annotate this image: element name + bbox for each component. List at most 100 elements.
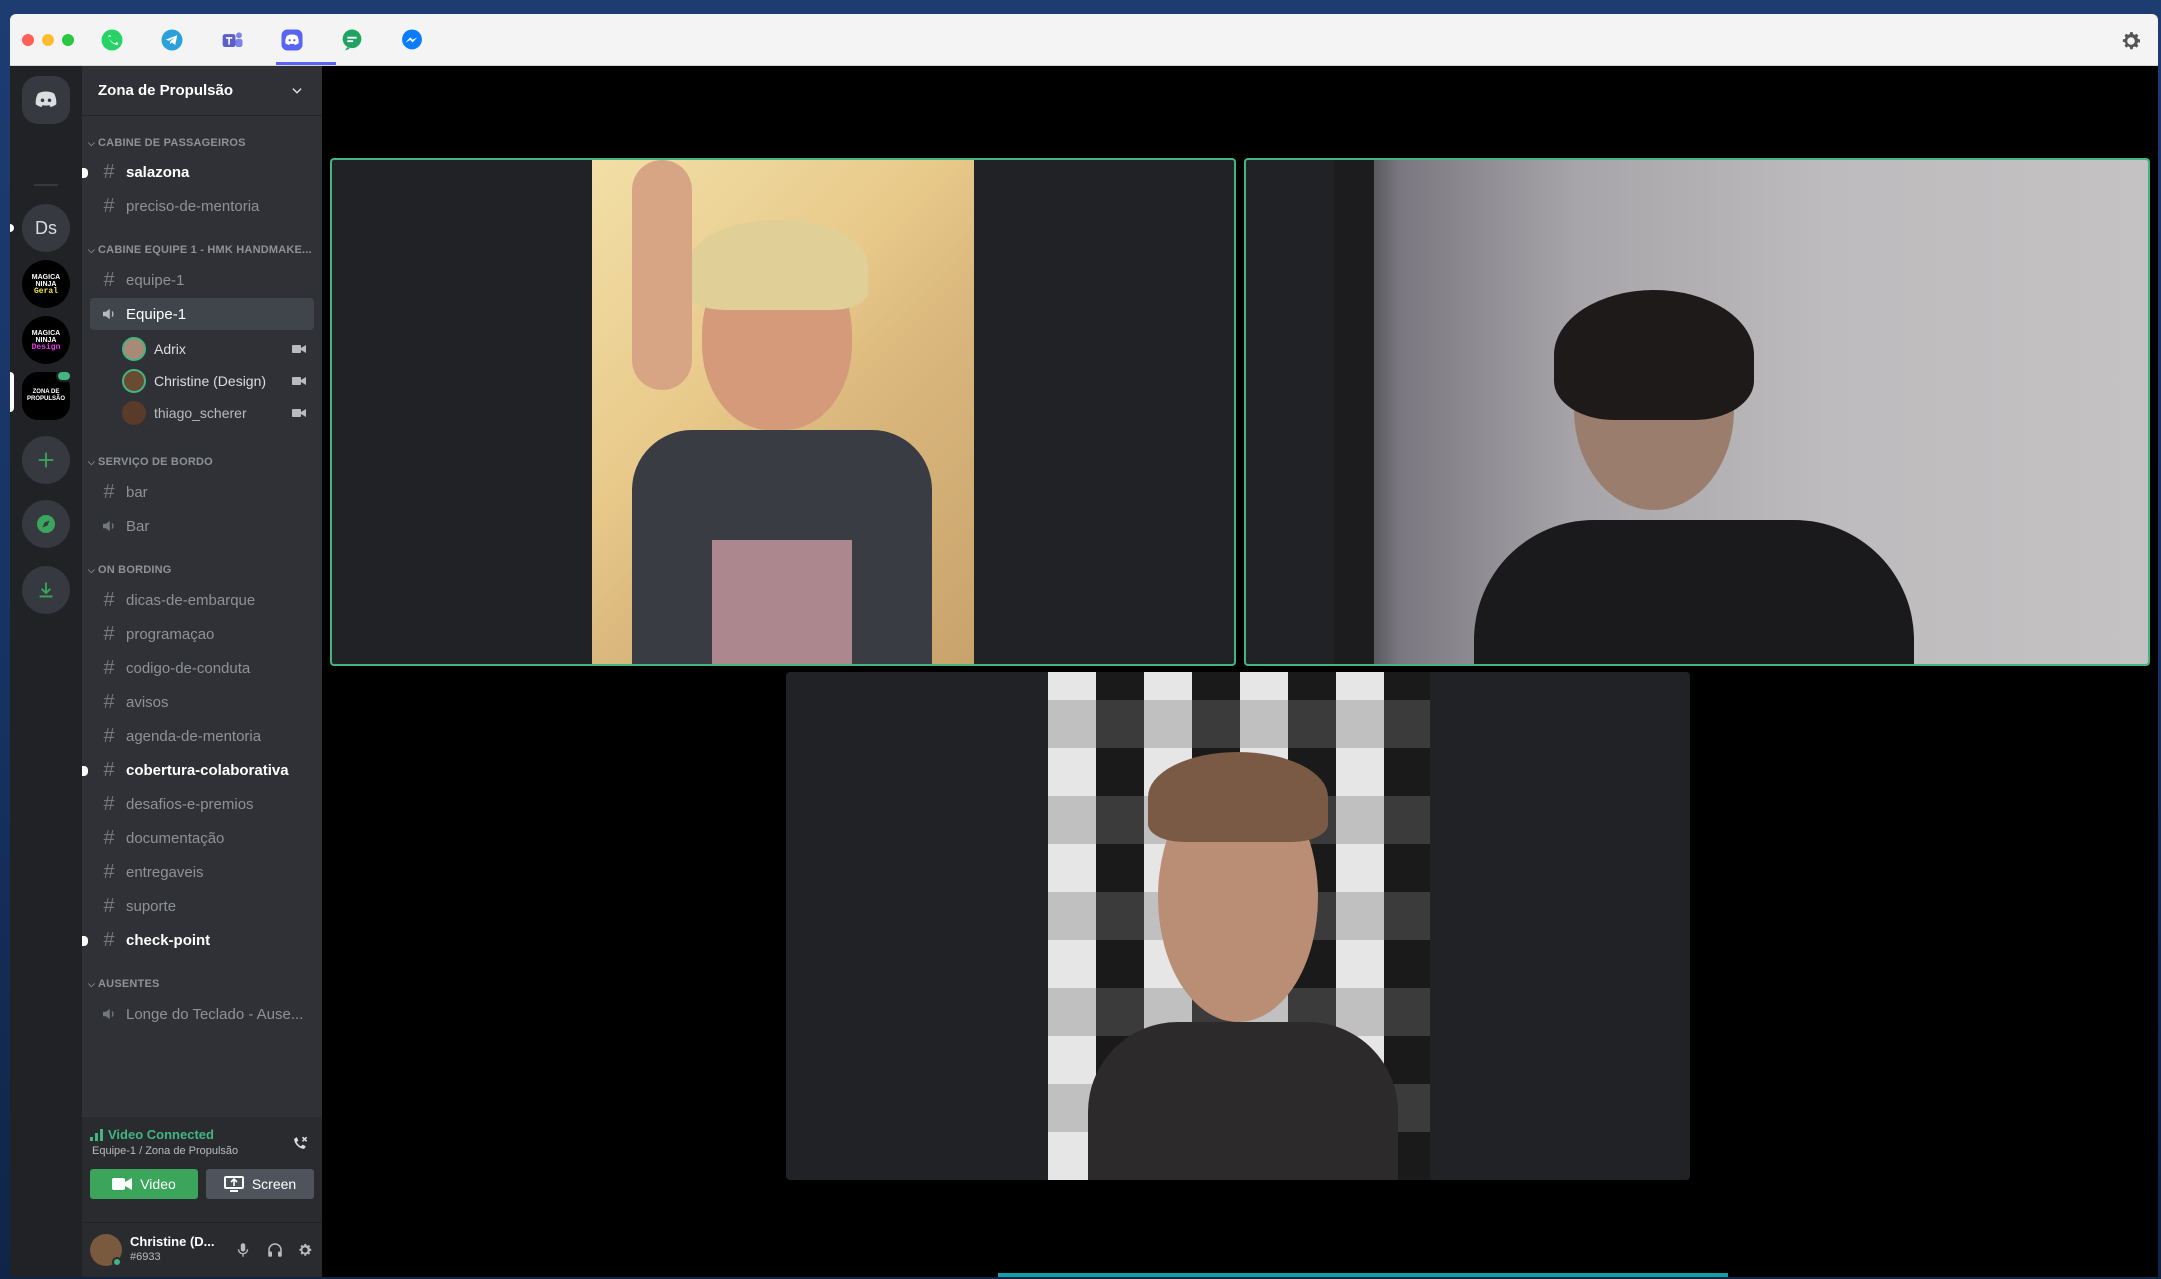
server-header[interactable]: Zona de Propulsão [82,66,322,116]
unread-indicator [82,168,88,178]
video-tile-participant-2[interactable] [1244,158,2150,666]
unread-pill [10,224,14,232]
app-window: Ds MAGICA NINJA Geral MAGICA NINJA Desig… [10,14,2158,1277]
person-shirt [1088,1022,1398,1180]
speaker-icon [103,520,114,532]
category-cabine-equipe-1[interactable]: ⌵ CABINE EQUIPE 1 - HMK HANDMAKE... [88,244,312,256]
server-magicninja-general[interactable]: MAGICA NINJA Geral [22,260,70,308]
screen-share-button[interactable]: Screen [206,1169,314,1199]
channel-agenda-de-mentoria[interactable]: # agenda-de-mentoria [90,720,314,752]
telegram-icon[interactable] [157,25,187,55]
screen-share-icon [223,1176,244,1192]
channel-dicas-de-embarque[interactable]: # dicas-de-embarque [90,584,314,616]
teams-icon[interactable] [217,25,247,55]
person-shirt [1474,520,1914,664]
category-servico-de-bordo[interactable]: ⌵ SERVIÇO DE BORDO [88,456,213,468]
voice-channel-equipe-1[interactable]: Equipe-1 [90,298,314,330]
channel-documentacao[interactable]: # documentação [90,822,314,854]
channel-programacao[interactable]: # programaçao [90,618,314,650]
speaker-icon [103,308,114,320]
signal-icon [90,1129,103,1141]
voice-channel-bar[interactable]: Bar [90,510,314,542]
hash-icon: # [103,894,115,917]
hash-icon: # [103,268,115,291]
horizontal-scrollbar[interactable] [998,1273,1728,1277]
plus-icon [38,452,54,468]
gear-icon[interactable] [2118,28,2144,54]
whatsapp-icon[interactable] [97,25,127,55]
avatar [122,369,146,393]
person-hair [1148,752,1328,842]
user-panel: Christine (D... #6933 [82,1223,322,1277]
hash-icon: # [103,160,115,183]
channel-cobertura-colaborativa[interactable]: # cobertura-colaborativa [90,754,314,786]
hash-icon: # [103,826,115,849]
unread-indicator [82,766,88,776]
active-app-indicator [276,62,336,65]
video-feed [1334,160,2148,664]
video-camera-icon [292,345,306,353]
discord-home-button[interactable] [22,76,70,124]
category-cabine-de-passageiros[interactable]: ⌵ CABINE DE PASSAGEIROS [88,137,246,149]
hash-icon: # [103,860,115,883]
voice-activity-badge [56,370,72,382]
voice-member-christine[interactable]: Christine (Design) [122,366,314,396]
category-ausentes[interactable]: ⌵ AUSENTES [88,978,160,990]
minimize-window-button[interactable] [42,34,54,46]
channel-preciso-de-mentoria[interactable]: # preciso-de-mentoria [90,190,314,222]
discord-icon[interactable] [277,25,307,55]
explore-servers-button[interactable] [22,500,70,548]
channel-entregaveis[interactable]: # entregaveis [90,856,314,888]
video-tile-participant-1[interactable] [330,158,1236,666]
server-zona-de-propulsao[interactable]: ZONA DE PROPULSÃO [22,370,72,420]
download-icon [39,582,53,598]
hash-icon: # [103,656,115,679]
speaker-icon [103,1008,114,1020]
download-apps-button[interactable] [22,566,70,614]
disconnect-icon[interactable] [290,1133,310,1153]
channel-desafios-e-premios[interactable]: # desafios-e-premios [90,788,314,820]
hash-icon: # [103,588,115,611]
person-hair [688,220,868,310]
discord-icon [35,91,57,107]
channel-check-point[interactable]: # check-point [90,924,314,956]
video-button[interactable]: Video [90,1169,198,1199]
maximize-window-button[interactable] [62,34,74,46]
microphone-icon[interactable] [234,1241,252,1259]
channel-suporte[interactable]: # suporte [90,890,314,922]
video-feed [592,160,974,664]
video-camera-icon [292,409,306,417]
headphones-icon[interactable] [266,1241,284,1259]
channel-codigo-de-conduta[interactable]: # codigo-de-conduta [90,652,314,684]
user-settings-icon[interactable] [296,1241,314,1259]
voice-location: Equipe-1 / Zona de Propulsão [92,1145,239,1157]
channel-salazona[interactable]: # salazona [90,156,314,188]
voice-member-thiago[interactable]: thiago_scherer [122,398,314,428]
compass-icon [37,515,55,533]
server-magicninja-design[interactable]: MAGICA NINJA Design [22,316,70,364]
server-list-separator [34,184,58,186]
voice-status[interactable]: Video Connected [108,1127,214,1142]
voice-channel-longe-do-teclado[interactable]: Longe do Teclado - Ause... [90,998,314,1030]
video-tile-participant-3[interactable] [786,672,1690,1180]
video-call-stage [322,66,2158,1277]
channel-bar[interactable]: # bar [90,476,314,508]
avatar [122,337,146,361]
unread-indicator [82,936,88,946]
close-window-button[interactable] [22,34,34,46]
online-status-indicator [112,1257,122,1267]
server-ds[interactable]: Ds [22,204,70,252]
shirt-print [712,540,852,664]
channel-avisos[interactable]: # avisos [90,686,314,718]
channel-equipe-1-text[interactable]: # equipe-1 [90,264,314,296]
messenger-icon[interactable] [397,25,427,55]
voice-member-adrix[interactable]: Adrix [122,334,314,364]
raised-hand [632,160,692,390]
category-on-bording[interactable]: ⌵ ON BORDING [88,564,172,576]
channel-sidebar: Zona de Propulsão ⌵ CABINE DE PASSAGEIROS… [82,66,322,1277]
hash-icon: # [103,622,115,645]
chat-icon[interactable] [337,25,367,55]
username[interactable]: Christine (D... [130,1234,215,1249]
hash-icon: # [103,758,115,781]
add-server-button[interactable] [22,436,70,484]
